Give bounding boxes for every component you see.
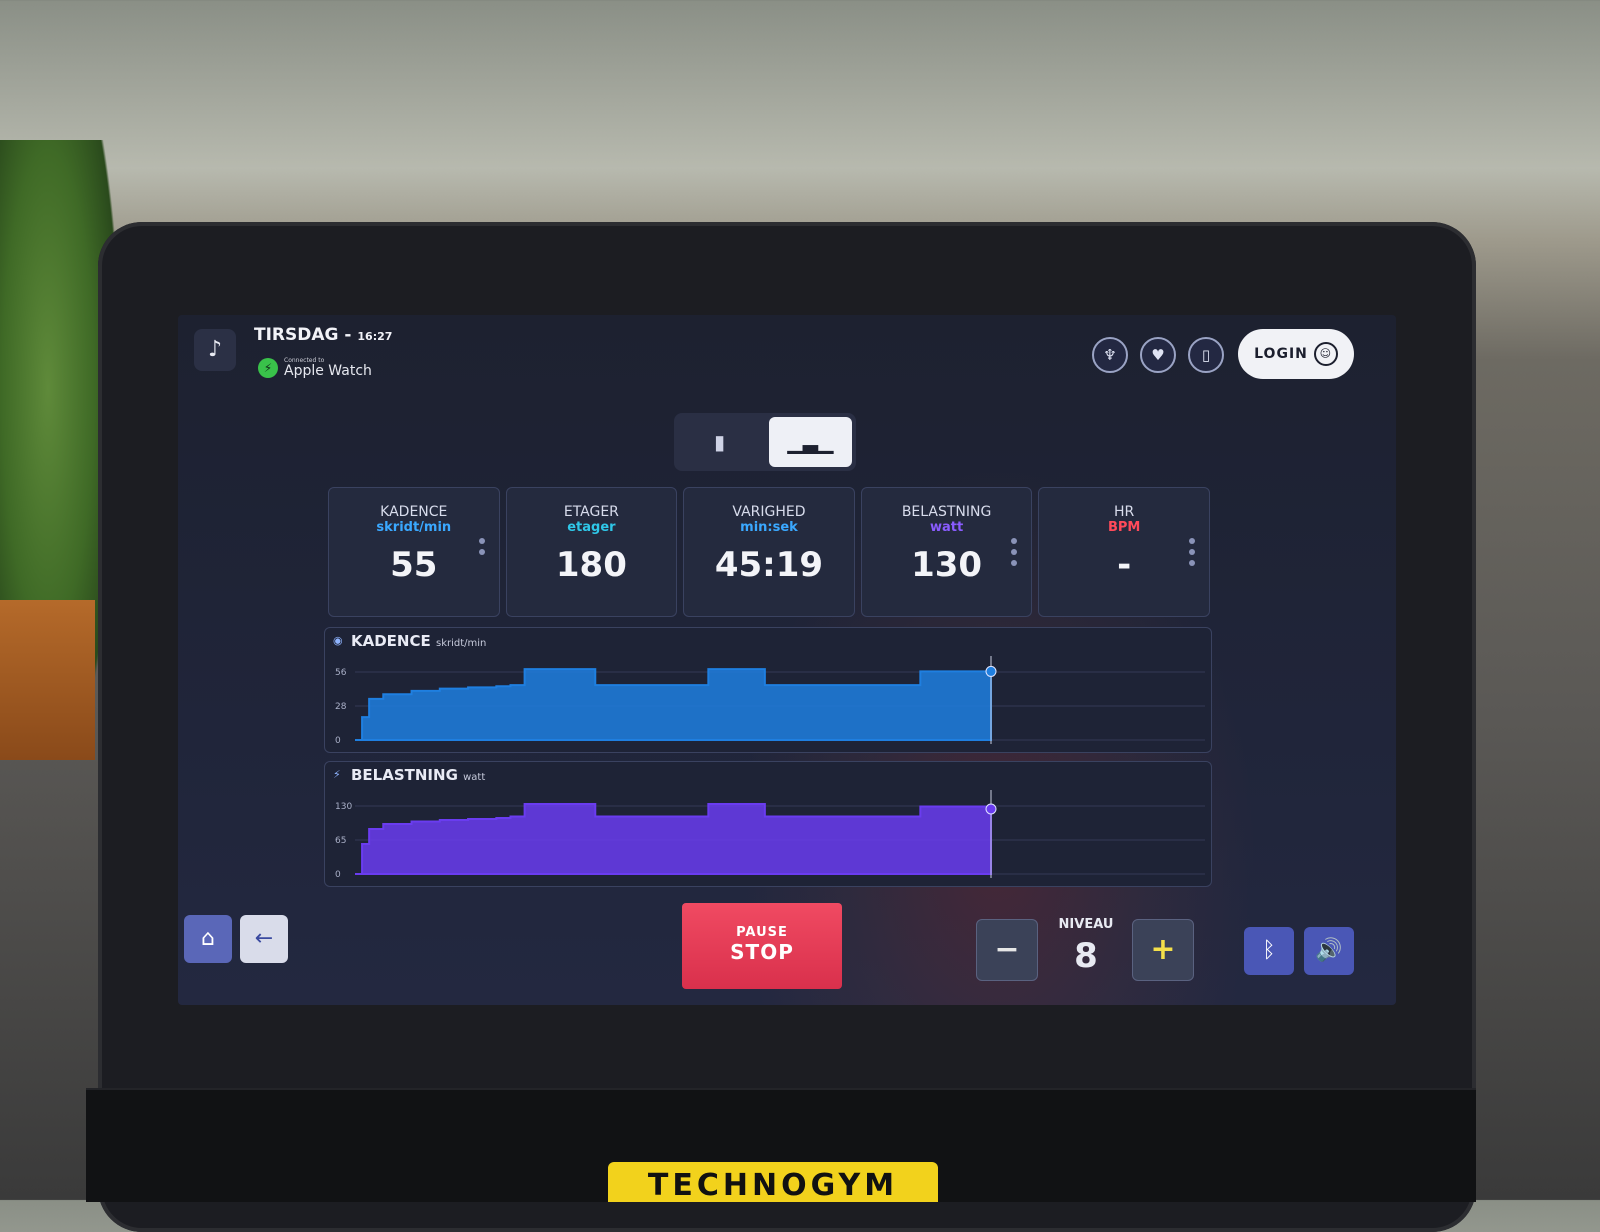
bar-chart-icon: ▁▃▁ xyxy=(787,430,834,454)
y-tick-label: 0 xyxy=(335,736,341,746)
stop-label: STOP xyxy=(730,940,794,964)
metric-varighed[interactable]: VARIGHED min:sek 45:19 xyxy=(683,487,855,617)
pause-label: PAUSE xyxy=(736,925,788,940)
login-label: LOGIN xyxy=(1254,346,1308,362)
bluetooth-button[interactable]: ᛒ xyxy=(1244,927,1294,975)
level-value: 8 xyxy=(1074,936,1098,976)
volume-icon: 🔊 xyxy=(1315,938,1343,963)
phone-icon: ▯ xyxy=(1201,346,1211,364)
metric-unit: watt xyxy=(929,520,964,535)
level-label: NIVEAU xyxy=(1058,917,1114,932)
metric-belastning[interactable]: BELASTNING watt 130 xyxy=(860,487,1033,617)
metric-label: VARIGHED xyxy=(732,504,806,520)
back-button[interactable]: ← xyxy=(240,915,288,963)
chart-title-text: KADENCE xyxy=(351,632,431,650)
level-display: NIVEAU 8 xyxy=(1054,917,1118,976)
carousel-icon: ▮ xyxy=(713,430,725,454)
more-options-icon[interactable] xyxy=(1011,538,1018,571)
day-separator: - xyxy=(338,325,358,345)
chart-title: BELASTNING watt xyxy=(351,766,485,784)
device-name: Apple Watch xyxy=(284,363,372,379)
level-decrease-button[interactable]: − xyxy=(976,919,1038,981)
y-tick-label: 56 xyxy=(335,668,347,678)
metric-unit: min:sek xyxy=(740,520,798,535)
kadence-chart-icon: ◉ xyxy=(333,634,343,647)
series-area xyxy=(355,668,992,741)
volume-button[interactable]: 🔊 xyxy=(1304,927,1354,975)
heart-button[interactable]: ♥ xyxy=(1140,337,1176,373)
metric-unit: etager xyxy=(567,520,616,535)
time-label: 16:27 xyxy=(357,330,393,343)
home-icon: ⌂ xyxy=(201,926,215,951)
y-tick-label: 130 xyxy=(335,802,352,812)
metric-value: 45:19 xyxy=(714,545,824,585)
metric-unit: BPM xyxy=(1107,520,1141,535)
more-options-icon[interactable] xyxy=(1188,538,1195,571)
trophy-button[interactable]: ♆ xyxy=(1092,337,1128,373)
metric-hr[interactable]: HR BPM - xyxy=(1038,487,1210,617)
belastning-chart-icon: ⚡ xyxy=(333,768,341,781)
current-value-point xyxy=(985,803,997,815)
view-toggle: ▮ ▁▃▁ xyxy=(674,413,856,471)
wood-platform-background xyxy=(0,600,95,760)
level-increase-button[interactable]: + xyxy=(1132,919,1194,981)
metric-unit: skridt/min xyxy=(376,520,452,535)
metric-value: 180 xyxy=(555,545,627,585)
connected-icon: ⚡ xyxy=(258,357,278,378)
view-carousel-button[interactable]: ▮ xyxy=(678,417,761,467)
chart-title-text: BELASTNING xyxy=(351,766,458,784)
y-tick-label: 0 xyxy=(335,870,341,880)
view-chart-button[interactable]: ▁▃▁ xyxy=(769,417,852,467)
phone-button[interactable]: ▯ xyxy=(1188,337,1224,373)
metric-label: HR xyxy=(1114,504,1135,520)
heart-icon: ♥ xyxy=(1151,346,1165,364)
trophy-icon: ♆ xyxy=(1103,346,1117,364)
y-tick-label: 65 xyxy=(335,836,346,846)
brand-logo: TECHNOGYM xyxy=(608,1162,938,1202)
belastning-chart: 0 65 130 ⚡ BELASTNING watt xyxy=(324,761,1212,887)
metric-kadence[interactable]: KADENCE skridt/min 55 xyxy=(328,487,500,617)
metric-value: 130 xyxy=(911,545,983,585)
home-button[interactable]: ⌂ xyxy=(184,915,232,963)
metric-label: BELASTNING xyxy=(901,504,992,520)
device-connection[interactable]: ⚡ Connected to Apple Watch xyxy=(258,357,372,378)
music-button[interactable]: ♪ xyxy=(194,329,236,371)
kadence-chart: 0 28 56 ◉ KADENCE skridt/min xyxy=(324,627,1212,753)
day-label: TIRSDAG xyxy=(254,325,339,345)
more-options-icon[interactable] xyxy=(478,538,485,560)
metric-label: ETAGER xyxy=(563,504,619,520)
music-note-icon: ♪ xyxy=(207,337,223,362)
series-area xyxy=(355,803,992,875)
metric-etager[interactable]: ETAGER etager 180 xyxy=(505,487,678,617)
metric-value: 55 xyxy=(390,545,438,585)
chart-unit: skridt/min xyxy=(435,638,487,649)
chart-unit: watt xyxy=(463,772,486,783)
screen: ♪ TIRSDAG - 16:27 ⚡ Connected to Apple W… xyxy=(178,315,1396,1005)
back-arrow-icon: ← xyxy=(254,926,274,951)
metrics-row: KADENCE skridt/min 55 ETAGER etager 180 … xyxy=(328,487,1210,617)
user-circle-icon: ☺ xyxy=(1313,342,1338,366)
bluetooth-icon: ᛒ xyxy=(1262,938,1276,963)
y-tick-label: 28 xyxy=(335,702,347,712)
day-time: TIRSDAG - 16:27 xyxy=(254,325,392,345)
login-button[interactable]: LOGIN ☺ xyxy=(1238,329,1354,379)
current-value-point xyxy=(985,665,997,677)
chart-title: KADENCE skridt/min xyxy=(351,632,486,650)
metric-label: KADENCE xyxy=(380,504,448,520)
pause-stop-button[interactable]: PAUSE STOP xyxy=(682,903,842,989)
metric-value: - xyxy=(1117,545,1132,585)
